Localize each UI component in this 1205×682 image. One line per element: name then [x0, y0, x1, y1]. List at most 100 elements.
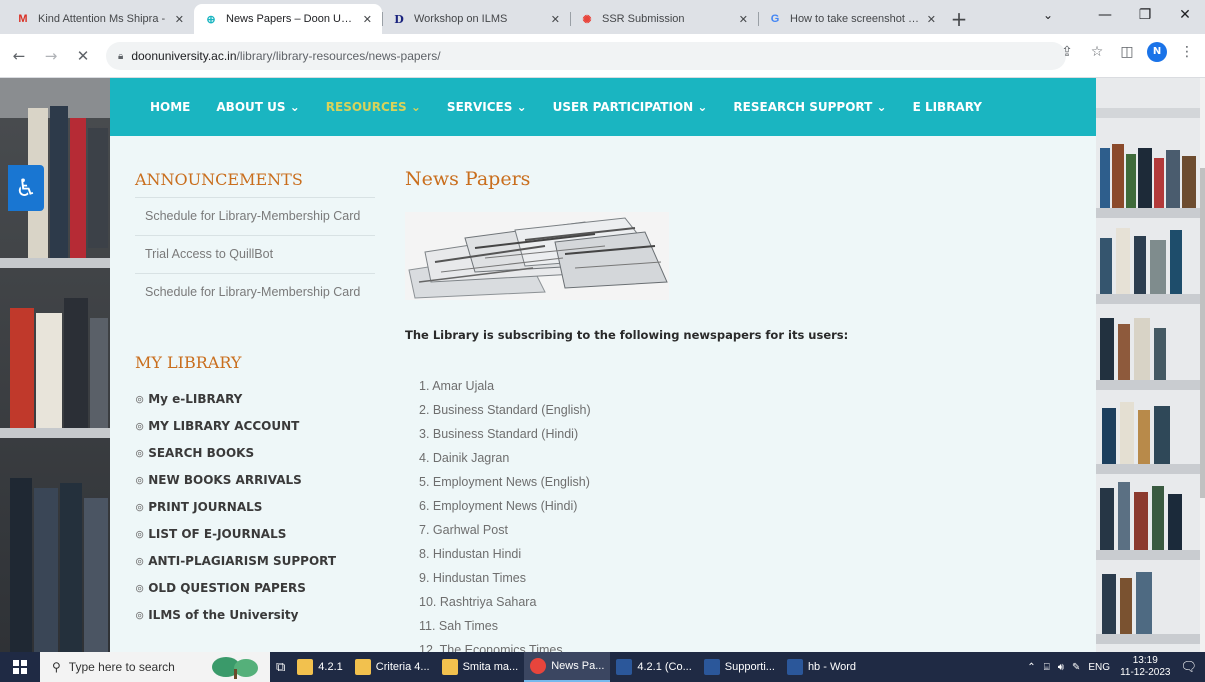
page-scrollbar[interactable] [1200, 78, 1205, 652]
list-item: 4. Dainik Jagran [419, 451, 510, 465]
side-panel-icon[interactable]: ◫ [1117, 44, 1137, 60]
taskbar-app[interactable]: 4.2.1 [291, 652, 348, 682]
d-logo-icon: D [394, 12, 404, 26]
announcement-link[interactable]: Trial Access to QuillBot [135, 236, 375, 274]
scrollbar-thumb[interactable] [1200, 168, 1205, 498]
search-placeholder: Type here to search [68, 660, 175, 674]
nav-home[interactable]: HOME [150, 100, 190, 114]
taskbar-app[interactable]: hb - Word [781, 652, 862, 682]
close-tab-icon[interactable]: ✕ [175, 13, 184, 26]
stop-loading-icon[interactable]: ✕ [70, 43, 96, 69]
close-tab-icon[interactable]: ✕ [927, 13, 936, 26]
nav-e-library[interactable]: E LIBRARY [913, 100, 982, 114]
list-item: 7. Garhwal Post [419, 523, 508, 537]
profile-avatar[interactable]: N [1147, 42, 1167, 62]
main-article: News Papers The Library is subscribing t… [405, 168, 1085, 652]
my-library-link[interactable]: ⊚ NEW BOOKS ARRIVALS [135, 467, 375, 494]
taskbar-app[interactable]: Supporti... [698, 652, 781, 682]
windows-taskbar: ⚲ Type here to search ⧉ 4.2.1 Criteria 4… [0, 652, 1205, 682]
my-library-link[interactable]: ⊚ OLD QUESTION PAPERS [135, 575, 375, 602]
close-tab-icon[interactable]: ✕ [363, 13, 372, 26]
folder-icon [441, 659, 458, 675]
list-item: 5. Employment News (English) [419, 475, 590, 489]
network-icon[interactable]: ⌸ [1044, 662, 1050, 673]
circle-bullet-icon: ⊚ [135, 447, 145, 460]
circle-bullet-icon: ⊚ [135, 555, 145, 568]
taskbar-app[interactable]: 4.2.1 (Co... [610, 652, 697, 682]
new-tab-button[interactable]: + [946, 4, 972, 34]
browser-tab-1[interactable]: M Kind Attention Ms Shipra - ✕ [6, 4, 194, 34]
clock[interactable]: 13:19 11-12-2023 [1120, 655, 1170, 679]
browser-tab-strip: M Kind Attention Ms Shipra - ✕ ⊕ News Pa… [0, 0, 1205, 34]
notification-icon[interactable]: 🗨︎ [1180, 659, 1197, 675]
back-icon[interactable]: ← [6, 43, 32, 69]
chevron-up-icon[interactable]: ⌃ [1027, 662, 1035, 673]
my-library-link[interactable]: ⊚ SEARCH BOOKS [135, 440, 375, 467]
word-icon [786, 659, 803, 675]
minimize-button[interactable]: — [1085, 0, 1125, 30]
page-title: News Papers [405, 168, 531, 190]
folder-icon [297, 659, 314, 675]
browser-tab-5[interactable]: G How to take screenshot in y ✕ [758, 4, 946, 34]
list-item: 10. Rashtriya Sahara [419, 595, 537, 609]
browser-toolbar: ← → ✕ 🔒︎ doonuniversity.ac.in /library/l… [0, 34, 1205, 78]
list-item: 1. Amar Ujala [419, 379, 495, 393]
my-library-link[interactable]: ⊚ ANTI-PLAGIARISM SUPPORT [135, 548, 375, 575]
address-bar[interactable]: 🔒︎ doonuniversity.ac.in /library/library… [106, 42, 1066, 70]
newspapers-intro: The Library is subscribing to the follow… [405, 328, 849, 342]
tab-search-icon[interactable]: ⌄ [1033, 0, 1063, 30]
windows-start-icon[interactable] [0, 652, 40, 682]
list-item: 9. Hindustan Times [419, 571, 526, 585]
nav-research-support[interactable]: RESEARCH SUPPORT ⌄ [733, 100, 886, 114]
taskbar-search-input[interactable]: ⚲ Type here to search [40, 652, 270, 682]
my-library-link[interactable]: ⊚ LIST OF E-JOURNALS [135, 521, 375, 548]
list-item: 3. Business Standard (Hindi) [419, 427, 579, 441]
menu-kebab-icon[interactable]: ⋮ [1177, 44, 1197, 60]
announcement-link[interactable]: Schedule for Library-Membership Card [135, 198, 375, 236]
share-icon[interactable]: ⇪ [1057, 44, 1077, 60]
browser-tab-2[interactable]: ⊕ News Papers – Doon Univer ✕ [194, 4, 382, 34]
tab-title: SSR Submission [602, 13, 685, 25]
google-icon: G [770, 13, 780, 25]
nav-services[interactable]: SERVICES ⌄ [447, 100, 527, 114]
clock-time: 13:19 [1132, 655, 1158, 666]
announcements-heading: ANNOUNCEMENTS [135, 170, 375, 198]
my-library-link[interactable]: ⊚ MY LIBRARY ACCOUNT [135, 413, 375, 440]
taskbar-app[interactable]: News Pa... [524, 652, 611, 682]
lock-icon[interactable]: 🔒︎ [118, 51, 123, 62]
search-highlight-tree-icon [212, 657, 258, 679]
my-library-link[interactable]: ⊚ My e-LIBRARY [135, 386, 375, 413]
circle-bullet-icon: ⊚ [135, 582, 145, 595]
browser-tab-4[interactable]: ✺ SSR Submission ✕ [570, 4, 758, 34]
accessibility-wheelchair-icon[interactable]: ♿︎ [8, 165, 44, 211]
globe-icon: ⊕ [206, 13, 216, 26]
close-tab-icon[interactable]: ✕ [551, 13, 560, 26]
bookmark-star-icon[interactable]: ☆ [1087, 44, 1107, 60]
my-library-link[interactable]: ⊚ PRINT JOURNALS [135, 494, 375, 521]
list-item: 12. The Economics Times [419, 643, 563, 652]
my-library-link[interactable]: ⊚ ILMS of the University [135, 602, 375, 629]
task-view-icon[interactable]: ⧉ [270, 652, 291, 682]
nav-user-participation[interactable]: USER PARTICIPATION ⌄ [553, 100, 708, 114]
taskbar-app[interactable]: Criteria 4... [349, 652, 436, 682]
forward-icon[interactable]: → [38, 43, 64, 69]
language-indicator[interactable]: ENG [1088, 662, 1110, 673]
announcement-link[interactable]: Schedule for Library-Membership Card [135, 274, 375, 311]
browser-tab-3[interactable]: D Workshop on ILMS ✕ [382, 4, 570, 34]
circle-bullet-icon: ⊚ [135, 501, 145, 514]
nav-resources[interactable]: RESOURCES ⌄ [326, 100, 421, 114]
pen-icon[interactable]: ✎ [1072, 662, 1080, 673]
list-item: 11. Sah Times [419, 619, 498, 633]
nav-about-us[interactable]: ABOUT US ⌄ [216, 100, 299, 114]
circle-bullet-icon: ⊚ [135, 528, 145, 541]
volume-icon[interactable]: 🔊︎ [1058, 662, 1064, 673]
url-path: /library/library-resources/news-papers/ [236, 49, 441, 63]
close-window-button[interactable]: ✕ [1165, 0, 1205, 30]
close-tab-icon[interactable]: ✕ [739, 13, 748, 26]
newspapers-illustration [405, 212, 669, 300]
taskbar-app[interactable]: Smita ma... [436, 652, 525, 682]
main-navigation: HOME ABOUT US ⌄ RESOURCES ⌄ SERVICES ⌄ U… [110, 78, 1096, 136]
maximize-button[interactable]: ❐ [1125, 0, 1165, 30]
system-tray: ⌃ ⌸ 🔊︎ ✎ ENG 13:19 11-12-2023 🗨︎ [1023, 652, 1205, 682]
tab-title: Kind Attention Ms Shipra - [38, 13, 166, 25]
